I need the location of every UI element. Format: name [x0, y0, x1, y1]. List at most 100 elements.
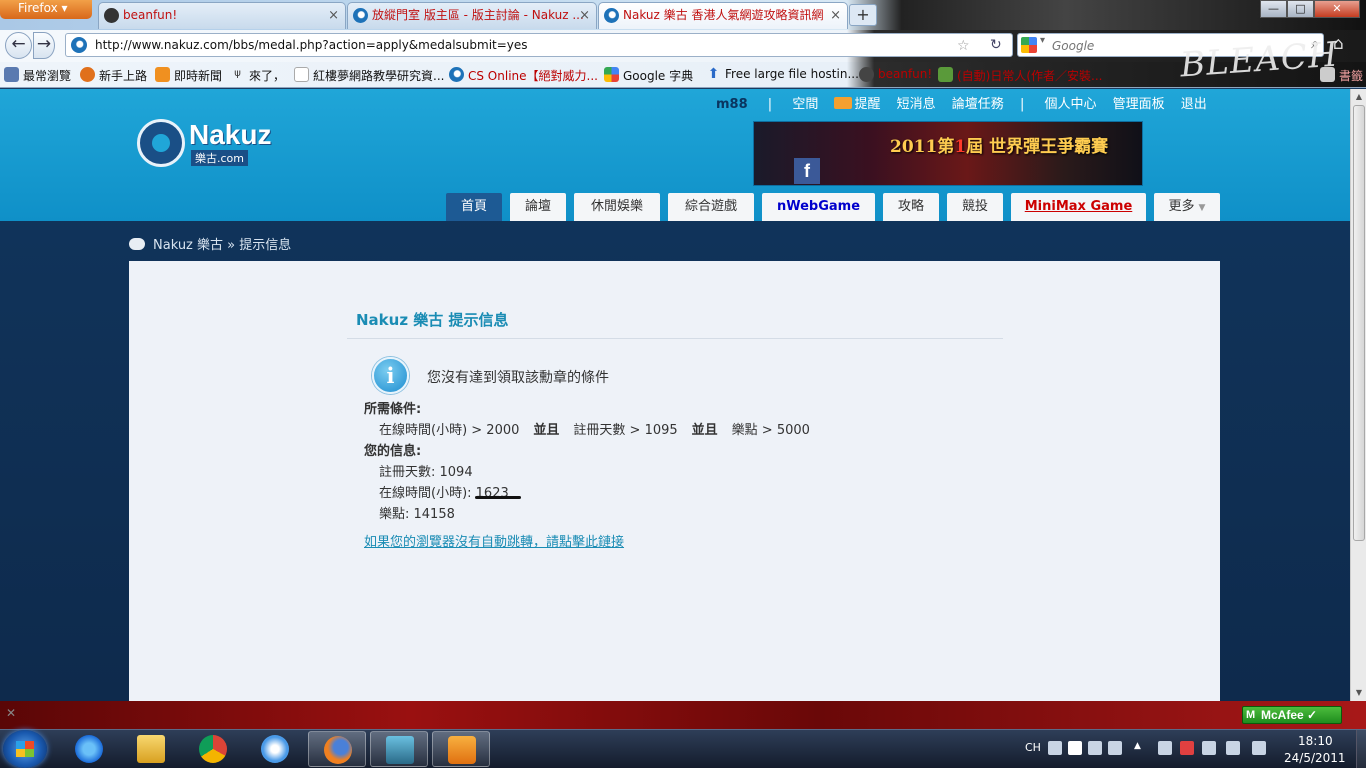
nav-tab-games[interactable]: 綜合遊戲: [668, 193, 754, 221]
admin-panel-link[interactable]: 管理面板: [1113, 93, 1165, 112]
new-tab-button[interactable]: +: [849, 4, 877, 26]
nav-separator: |: [1019, 97, 1025, 112]
breadcrumb-text[interactable]: Nakuz 樂古 » 提示信息: [153, 238, 291, 253]
taskbar-firefox[interactable]: [308, 731, 366, 767]
space-link[interactable]: 空間: [792, 93, 818, 112]
user-center-link[interactable]: 個人中心: [1044, 93, 1096, 112]
vertical-scrollbar[interactable]: ▲ ▼: [1350, 89, 1366, 701]
site-logo[interactable]: Nakuz 樂古.com: [137, 117, 287, 169]
nav-tab-more[interactable]: 更多 ▼: [1154, 193, 1220, 221]
beanfun-icon: [104, 8, 119, 23]
flag-icon[interactable]: [1180, 741, 1194, 755]
nav-tab-leisure[interactable]: 休閒娛樂: [574, 193, 660, 221]
scroll-thumb[interactable]: [1353, 105, 1365, 541]
leaf-icon: [938, 67, 953, 82]
scroll-up-icon[interactable]: ▲: [1351, 89, 1366, 105]
firefox-icon: [80, 67, 95, 82]
taskbar-explorer[interactable]: [122, 731, 180, 767]
pm-link[interactable]: 短消息: [897, 93, 936, 112]
ime-icon[interactable]: [1048, 741, 1062, 755]
url-bar[interactable]: http://www.nakuz.com/bbs/medal.php?actio…: [65, 33, 1013, 57]
redirect-link[interactable]: 如果您的瀏覽器沒有自動跳轉，請點擊此鏈接: [364, 531, 624, 550]
facebook-icon: f: [794, 158, 820, 184]
beanfun-icon: [859, 67, 874, 82]
remind-link[interactable]: 提醒: [834, 93, 880, 112]
bookmark-auto[interactable]: (自動)日常人(作者／安裝...: [938, 67, 1103, 84]
username-link[interactable]: m88: [716, 97, 748, 112]
taskbar-chrome[interactable]: [184, 731, 242, 767]
bookmark-file-hosting[interactable]: ⬆ Free large file hostin...: [706, 67, 859, 81]
tab-nakuz-active[interactable]: Nakuz 樂古 香港人氣網遊攻略資訊網 ×: [598, 2, 848, 29]
bookmark-star-icon[interactable]: ☆: [957, 38, 970, 54]
volume-icon[interactable]: [1252, 741, 1266, 755]
logo-subtext: 樂古.com: [191, 150, 248, 166]
ad-text: 2011第1屆 世界彈王爭霸賽: [890, 132, 1108, 157]
breadcrumb: Nakuz 樂古 » 提示信息: [129, 234, 291, 253]
bookmark-getting-started[interactable]: 新手上路: [80, 67, 147, 84]
tab-beanfun[interactable]: beanfun! ×: [98, 2, 346, 29]
clock-time[interactable]: 18:10: [1298, 734, 1333, 748]
mcafee-badge[interactable]: McAfee ✓: [1242, 706, 1342, 724]
ime-menu-icon[interactable]: [1108, 741, 1122, 755]
taskbar-ie[interactable]: [60, 731, 118, 767]
logout-link[interactable]: 退出: [1181, 93, 1207, 112]
maximize-button[interactable]: □: [1287, 0, 1314, 18]
nav-tab-forum[interactable]: 論壇: [510, 193, 566, 221]
addon-bar: ✕ McAfee ✓: [0, 701, 1366, 729]
tasks-link[interactable]: 論壇任務: [952, 93, 1004, 112]
bookmark-cs-online[interactable]: CS Online【絕對威力...: [449, 67, 598, 84]
taskbar-itunes[interactable]: [246, 731, 304, 767]
tab-close-icon[interactable]: ×: [579, 3, 590, 28]
bookmark-most-visited[interactable]: 最常瀏覽: [4, 67, 71, 84]
language-indicator[interactable]: CH: [1025, 741, 1041, 754]
taskbar-monitor-app[interactable]: [370, 731, 428, 767]
reload-icon[interactable]: ↻: [990, 37, 1002, 53]
network-icon[interactable]: [1226, 741, 1240, 755]
bookmark-news[interactable]: 即時新聞: [155, 67, 222, 84]
bookmark-label: 即時新聞: [174, 69, 223, 83]
back-button[interactable]: ←: [5, 32, 32, 59]
nav-tab-bidding[interactable]: 競投: [947, 193, 1003, 221]
tray-expand-icon[interactable]: ▲: [1134, 741, 1148, 755]
clock-date[interactable]: 24/5/2011: [1284, 751, 1346, 765]
network-share-icon[interactable]: [1158, 741, 1172, 755]
tab-title: Nakuz 樂古 香港人氣網遊攻略資訊網: [623, 8, 824, 22]
minimize-button[interactable]: —: [1260, 0, 1287, 18]
bookmark-beanfun[interactable]: beanfun!: [859, 67, 932, 82]
scroll-down-icon[interactable]: ▼: [1351, 685, 1366, 701]
taskbar-media-player[interactable]: [432, 731, 490, 767]
font-size-icon[interactable]: [1068, 741, 1082, 755]
show-desktop-button[interactable]: [1356, 730, 1366, 768]
google-icon[interactable]: [1021, 37, 1037, 53]
usb-icon[interactable]: [1202, 741, 1216, 755]
logo-text: Nakuz: [189, 119, 272, 150]
nav-tab-minimax[interactable]: MiniMax Game: [1011, 193, 1146, 221]
bookmark-honglou[interactable]: 紅樓夢網路教學研究資...: [294, 67, 444, 84]
nav-tab-home[interactable]: 首頁: [446, 193, 502, 221]
req-online-hours: 在線時間(小時) > 2000: [379, 423, 520, 438]
forward-button[interactable]: →: [33, 32, 55, 59]
half-width-icon[interactable]: [1088, 741, 1102, 755]
tab-moderator-forum[interactable]: 放縱門室 版主區 - 版主討論 - Nakuz ... ×: [347, 2, 597, 29]
bookmark-google-dict[interactable]: Google 字典: [604, 67, 693, 84]
page-icon: [294, 67, 309, 82]
nav-tab-nwebgame[interactable]: nWebGame: [762, 193, 875, 221]
mag-icon: [4, 67, 19, 82]
rss-icon: [155, 67, 170, 82]
close-icon[interactable]: ✕: [6, 706, 16, 720]
nav-tab-guides[interactable]: 攻略: [883, 193, 939, 221]
bookmark-here[interactable]: ψ 來了，: [230, 67, 285, 84]
firefox-menu-button[interactable]: Firefox ▾: [0, 0, 92, 19]
start-button[interactable]: [3, 730, 47, 768]
your-points: 樂點: 14158: [379, 507, 455, 522]
site-identity-icon[interactable]: [71, 37, 87, 53]
message-text: 您沒有達到領取該勳章的條件: [427, 370, 609, 386]
page-viewport: Nakuz 樂古.com m88 | 空間 提醒 短消息 論壇任務 | 個人中心…: [0, 89, 1350, 701]
tab-close-icon[interactable]: ×: [328, 3, 339, 28]
tab-title: beanfun!: [123, 8, 178, 22]
ad-banner[interactable]: 2011第1屆 世界彈王爭霸賽 f: [753, 121, 1143, 186]
engine-dropdown-icon[interactable]: ▾: [1040, 35, 1045, 46]
window-controls: — □ ✕: [1260, 0, 1360, 18]
tab-close-icon[interactable]: ×: [830, 3, 841, 28]
close-window-button[interactable]: ✕: [1314, 0, 1360, 18]
